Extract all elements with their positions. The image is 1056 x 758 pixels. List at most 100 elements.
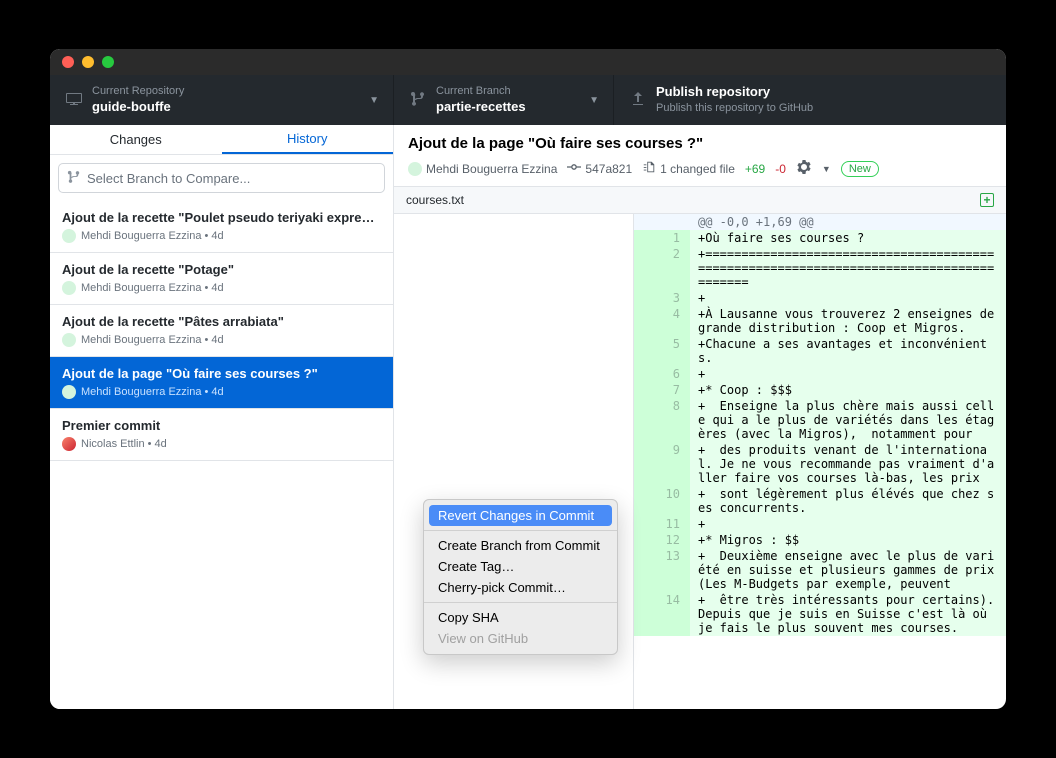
branch-selector[interactable]: Current Branch partie-recettes ▼ — [394, 75, 614, 125]
menu-item[interactable]: Create Tag… — [424, 556, 617, 577]
commit-item[interactable]: Ajout de la recette "Potage" Mehdi Bougue… — [50, 253, 393, 305]
line-number — [634, 214, 690, 230]
branch-compare-select[interactable]: Select Branch to Compare... — [58, 163, 385, 193]
publish-sub: Publish this repository to GitHub — [656, 101, 813, 115]
diff-line: 5+Chacune a ses avantages et inconvénien… — [634, 336, 1006, 366]
diff-line: 10+ sont légèrement plus élévés que chez… — [634, 486, 1006, 516]
avatar — [62, 229, 76, 243]
line-content: + — [690, 366, 1006, 382]
diff-line: 2+======================================… — [634, 246, 1006, 290]
diff-line: 1+Où faire ses courses ? — [634, 230, 1006, 246]
commit-item-author-time: Mehdi Bouguerra Ezzina • 4d — [81, 282, 224, 294]
maximize-window-button[interactable] — [102, 56, 114, 68]
sidebar-tabs: Changes History — [50, 125, 393, 155]
sidebar: Changes History Select Branch to Compare… — [50, 125, 394, 709]
line-content: + — [690, 516, 1006, 532]
commit-item-author-time: Mehdi Bouguerra Ezzina • 4d — [81, 334, 224, 346]
file-added-icon: + — [980, 193, 994, 207]
repo-label: Current Repository — [92, 84, 184, 98]
tab-history[interactable]: History — [222, 125, 394, 154]
close-window-button[interactable] — [62, 56, 74, 68]
new-badge: New — [841, 161, 879, 177]
diff-line: 9+ des produits venant de l'internationa… — [634, 442, 1006, 486]
menu-item[interactable]: Revert Changes in Commit — [429, 505, 612, 526]
line-number: 9 — [634, 442, 690, 486]
line-number: 10 — [634, 486, 690, 516]
menu-item[interactable]: Cherry-pick Commit… — [424, 577, 617, 598]
toolbar: Current Repository guide-bouffe ▼ Curren… — [50, 75, 1006, 125]
publish-button[interactable]: Publish repository Publish this reposito… — [614, 75, 1006, 125]
titlebar[interactable] — [50, 49, 1006, 75]
line-content: +* Coop : $$$ — [690, 382, 1006, 398]
line-number: 12 — [634, 532, 690, 548]
avatar — [62, 281, 76, 295]
diff-line: 8+ Enseigne la plus chère mais aussi cel… — [634, 398, 1006, 442]
diff-line: 14+ être très intéressants pour certains… — [634, 592, 1006, 636]
line-number: 2 — [634, 246, 690, 290]
branch-compare-placeholder: Select Branch to Compare... — [87, 171, 250, 186]
menu-separator — [424, 530, 617, 531]
commit-sha: 547a821 — [585, 162, 632, 176]
commit-author: Mehdi Bouguerra Ezzina — [426, 162, 557, 176]
upload-icon — [630, 91, 646, 110]
commit-item-title: Premier commit — [62, 418, 381, 433]
diff-line: 12+* Migros : $$ — [634, 532, 1006, 548]
line-content: +* Migros : $$ — [690, 532, 1006, 548]
branch-icon — [67, 170, 81, 187]
line-number: 13 — [634, 548, 690, 592]
chevron-down-icon[interactable]: ▼ — [822, 164, 831, 174]
commit-item-meta: Nicolas Ettlin • 4d — [62, 437, 381, 451]
line-number: 3 — [634, 290, 690, 306]
diff-line: 7+* Coop : $$$ — [634, 382, 1006, 398]
file-name: courses.txt — [406, 193, 464, 207]
commit-item[interactable]: Ajout de la recette "Pâtes arrabiata" Meh… — [50, 305, 393, 357]
line-content: + Deuxième enseigne avec le plus de vari… — [690, 548, 1006, 592]
commit-item-author-time: Nicolas Ettlin • 4d — [81, 438, 167, 450]
diff-line: 3+ — [634, 290, 1006, 306]
commit-item[interactable]: Ajout de la recette "Poulet pseudo teriy… — [50, 201, 393, 253]
commit-item-meta: Mehdi Bouguerra Ezzina • 4d — [62, 385, 381, 399]
gear-icon[interactable] — [796, 159, 812, 178]
commit-item-title: Ajout de la page "Où faire ses courses ?… — [62, 366, 381, 381]
line-content: + — [690, 290, 1006, 306]
chevron-down-icon: ▼ — [589, 95, 599, 106]
repo-selector[interactable]: Current Repository guide-bouffe ▼ — [50, 75, 394, 125]
avatar — [408, 162, 422, 176]
menu-item[interactable]: Copy SHA — [424, 607, 617, 628]
line-content: + des produits venant de l'international… — [690, 442, 1006, 486]
line-number: 6 — [634, 366, 690, 382]
avatar — [62, 437, 76, 451]
menu-item[interactable]: Create Branch from Commit — [424, 535, 617, 556]
line-number: 1 — [634, 230, 690, 246]
commit-item[interactable]: Ajout de la page "Où faire ses courses ?… — [50, 357, 393, 409]
commit-list[interactable]: Ajout de la recette "Poulet pseudo teriy… — [50, 201, 393, 709]
commit-item-title: Ajout de la recette "Pâtes arrabiata" — [62, 314, 381, 329]
line-content: +=======================================… — [690, 246, 1006, 290]
chevron-down-icon: ▼ — [369, 95, 379, 106]
changed-files: 1 changed file — [660, 162, 735, 176]
diff-line: 4+À Lausanne vous trouverez 2 enseignes … — [634, 306, 1006, 336]
commit-item[interactable]: Premier commit Nicolas Ettlin • 4d — [50, 409, 393, 461]
diff-line: 11+ — [634, 516, 1006, 532]
minimize-window-button[interactable] — [82, 56, 94, 68]
commit-title: Ajout de la page "Où faire ses courses ?… — [408, 135, 992, 152]
commit-icon — [567, 160, 581, 177]
file-header[interactable]: courses.txt + — [394, 187, 1006, 214]
commit-header: Ajout de la page "Où faire ses courses ?… — [394, 125, 1006, 187]
tab-changes[interactable]: Changes — [50, 125, 222, 154]
commit-item-title: Ajout de la recette "Potage" — [62, 262, 381, 277]
branch-icon — [410, 91, 426, 110]
commit-item-meta: Mehdi Bouguerra Ezzina • 4d — [62, 333, 381, 347]
line-content: + sont légèrement plus élévés que chez s… — [690, 486, 1006, 516]
diff-new-pane[interactable]: @@ -0,0 +1,69 @@1+Où faire ses courses ?… — [634, 214, 1006, 709]
commit-item-author-time: Mehdi Bouguerra Ezzina • 4d — [81, 386, 224, 398]
line-content: +À Lausanne vous trouverez 2 enseignes d… — [690, 306, 1006, 336]
branch-label: Current Branch — [436, 84, 526, 98]
line-content: + Enseigne la plus chère mais aussi cell… — [690, 398, 1006, 442]
line-number: 4 — [634, 306, 690, 336]
line-content: +Où faire ses courses ? — [690, 230, 1006, 246]
deletions-count: -0 — [775, 162, 786, 176]
publish-label: Publish repository — [656, 84, 813, 101]
commit-item-meta: Mehdi Bouguerra Ezzina • 4d — [62, 229, 381, 243]
branch-name: partie-recettes — [436, 99, 526, 116]
